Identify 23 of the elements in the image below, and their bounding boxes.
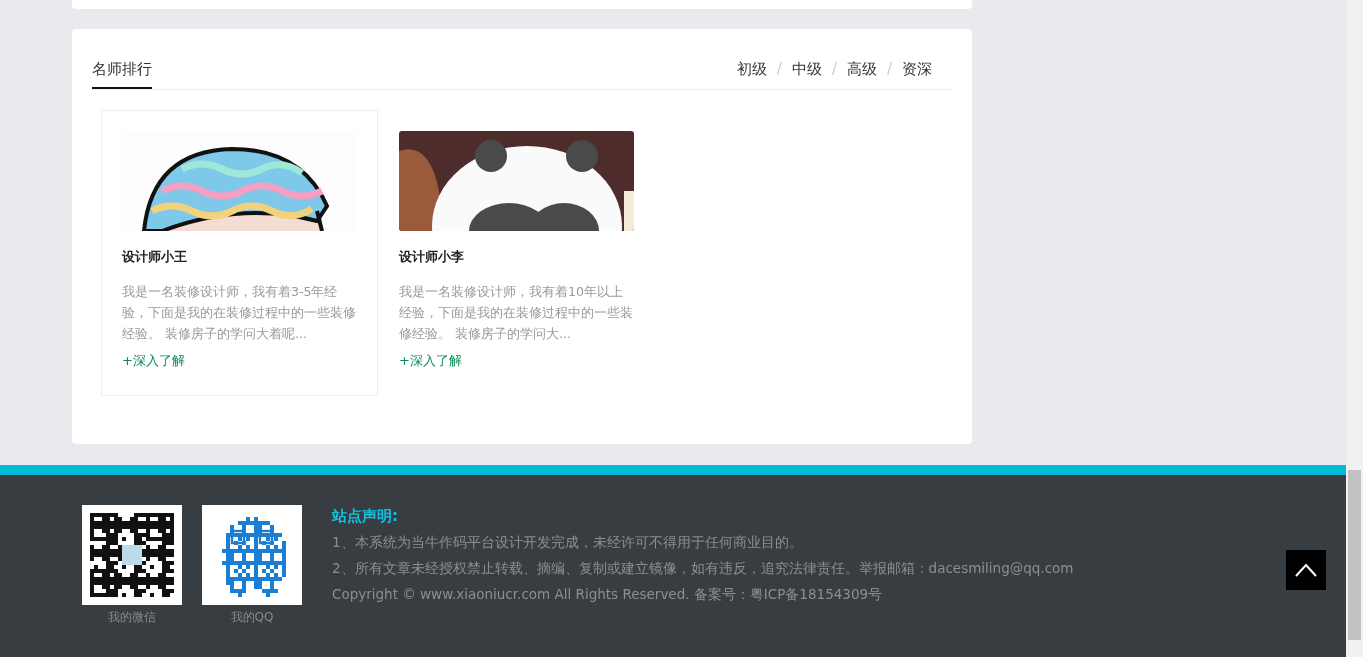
level-filter[interactable]: 初级 <box>736 60 767 79</box>
notice-text: Copyright © www.xiaoniucr.com All Rights Reserved. 备案号：粤ICP备18154309号 <box>332 586 884 604</box>
qr-code-icon <box>202 505 302 605</box>
separator: / <box>776 60 782 79</box>
level-filter[interactable]: 中级 <box>791 60 822 79</box>
qr-caption: 我的微信 <box>108 609 156 626</box>
qr-caption: 我的QQ <box>230 609 274 626</box>
level-filter[interactable]: 资深 <box>902 60 932 79</box>
notice-text: 1、本系统为当牛作码平台设计开发完成，未经许可不得用于任何商业目的。 <box>332 534 804 552</box>
designer-name: 设计师小王 <box>122 248 188 266</box>
learn-more-link[interactable]: +深入了解 <box>122 352 185 370</box>
notice-text: 2、所有文章未经授权禁止转载、摘编、复制或建立镜像，如有违反，追究法律责任。举报邮箱：dacesmiling@qq.com <box>332 560 1074 578</box>
level-filter[interactable]: 高级 <box>846 60 877 79</box>
scrollbar[interactable] <box>1346 0 1363 657</box>
designer-name: 设计师小李 <box>399 248 465 266</box>
learn-more-link[interactable]: +深入了解 <box>399 352 462 370</box>
back-to-top-button[interactable] <box>1286 550 1326 590</box>
separator: / <box>831 60 837 79</box>
qr-code-icon <box>82 505 182 605</box>
separator: / <box>886 60 892 79</box>
notice-title: 站点声明: <box>332 507 399 526</box>
section-title: 名师排行 <box>92 60 152 89</box>
chevron-up-icon <box>1295 563 1317 577</box>
